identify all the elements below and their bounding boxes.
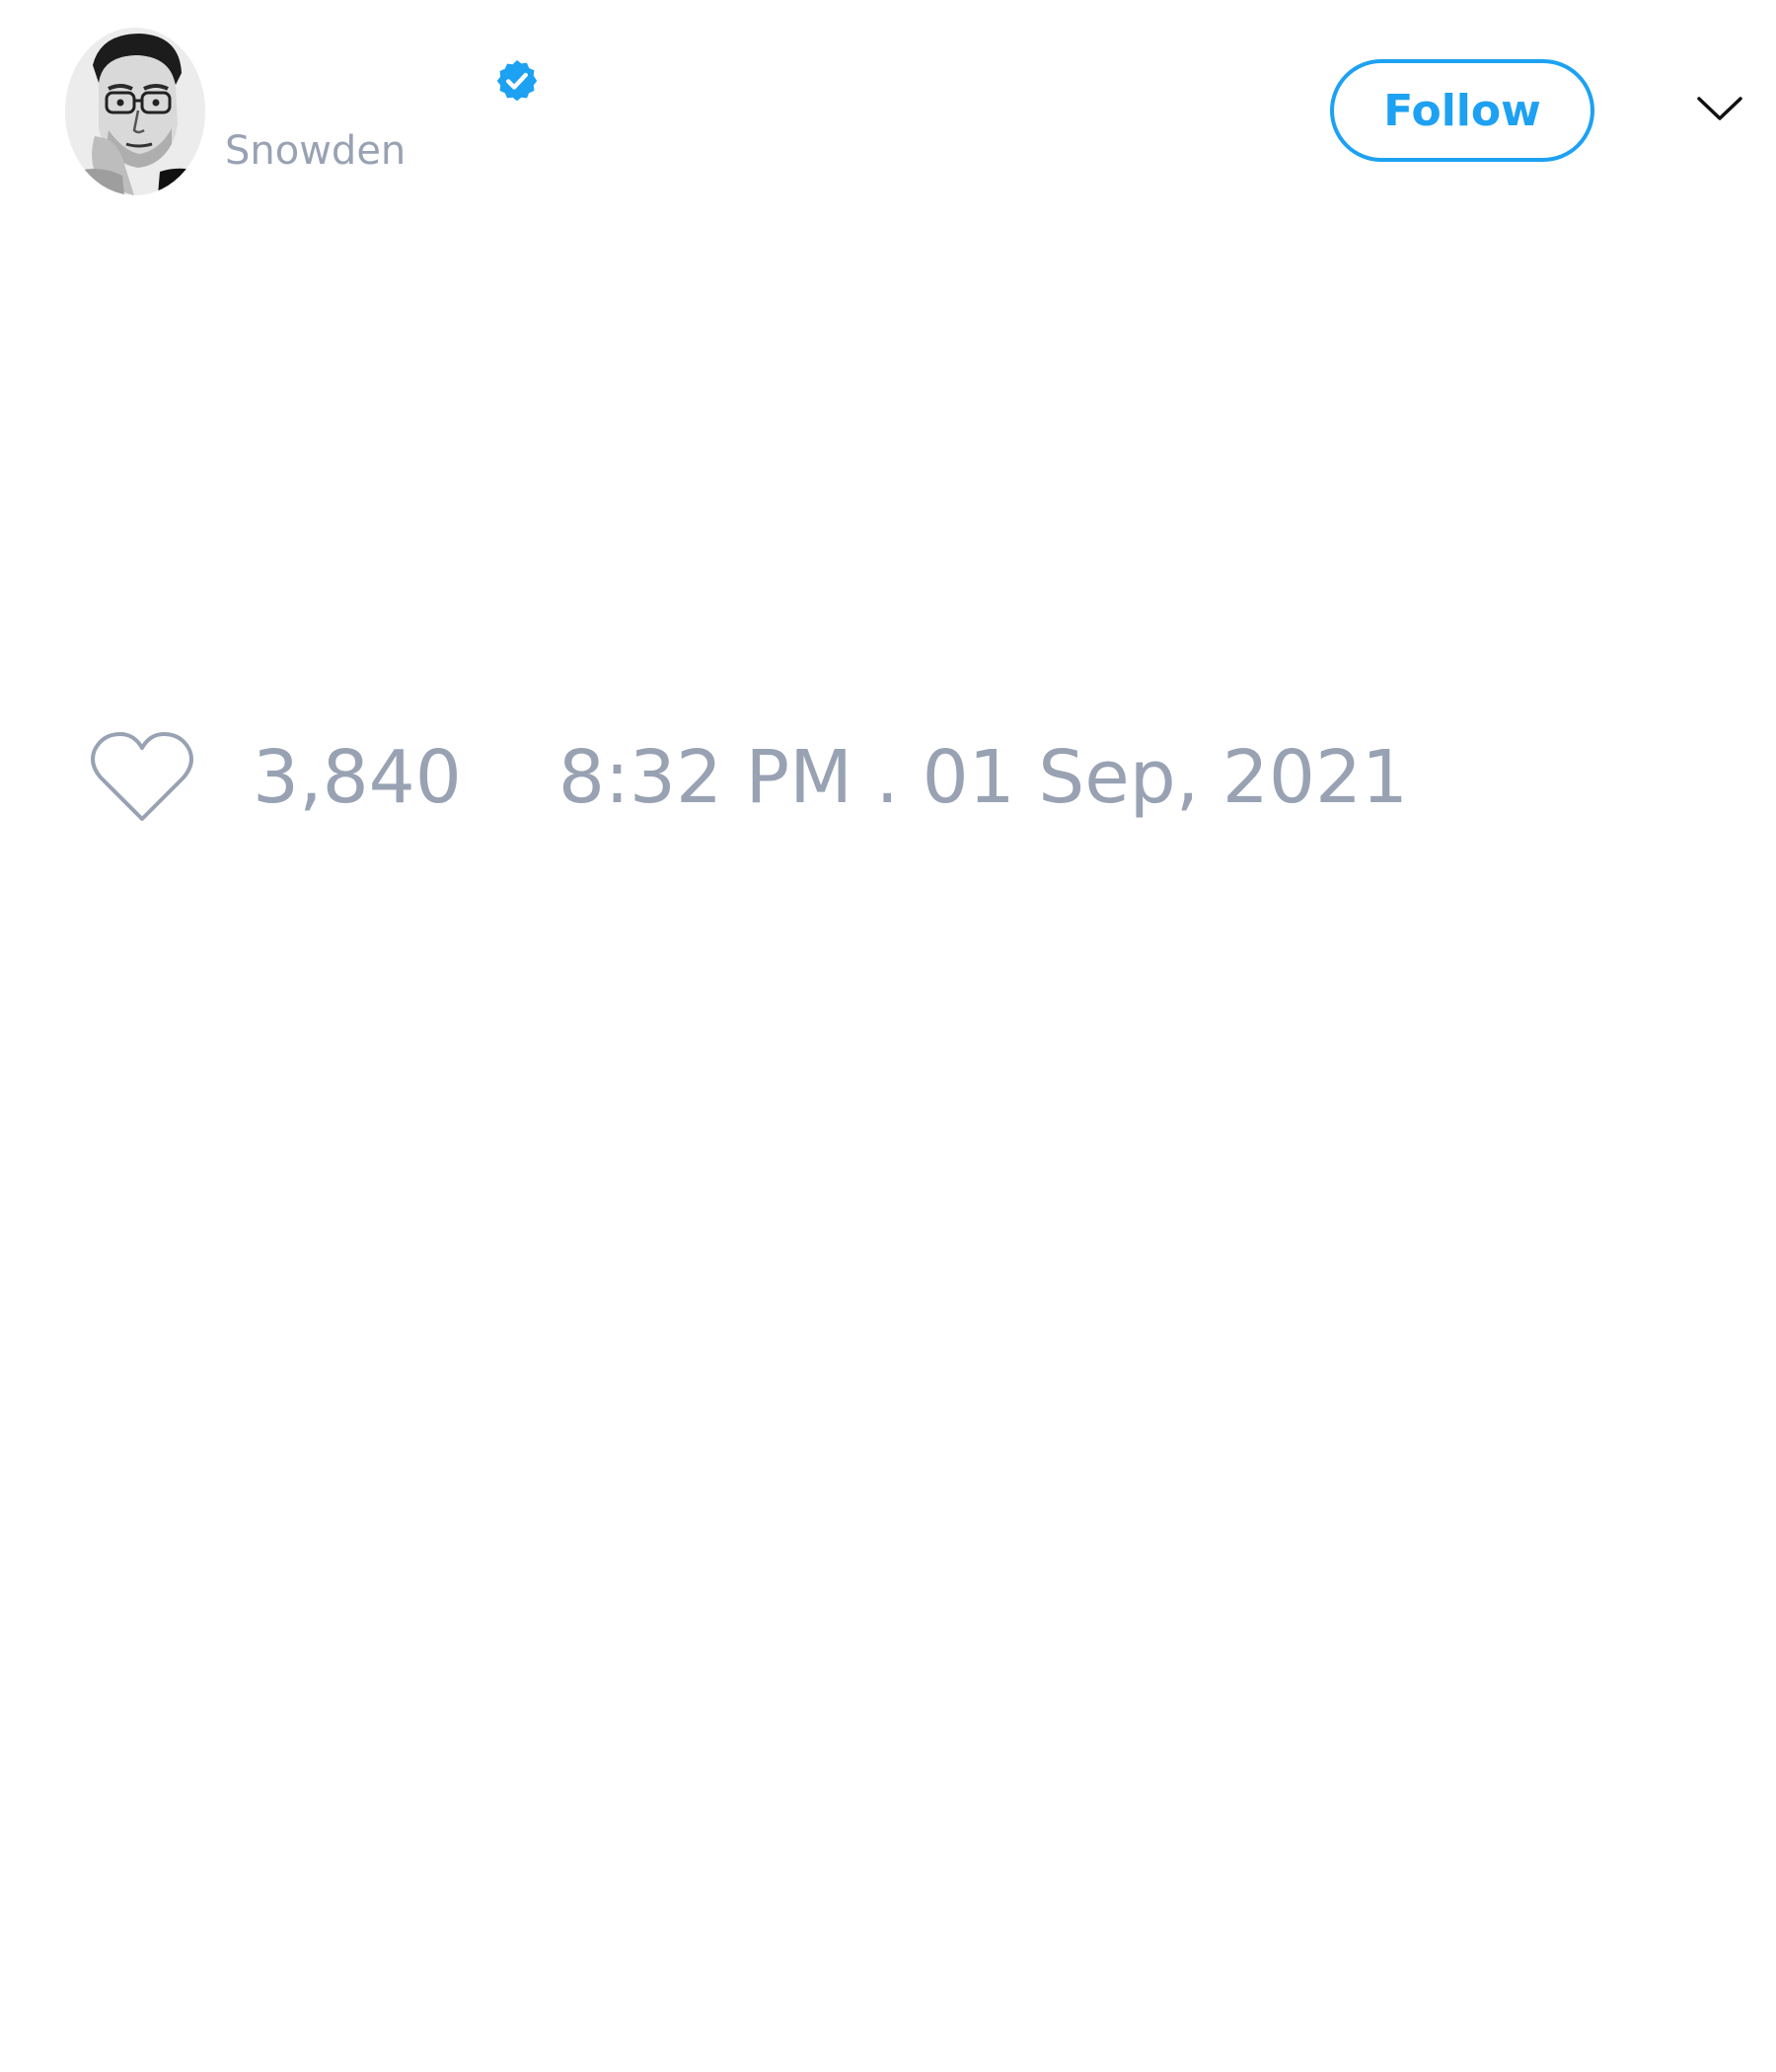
tweet-timestamp[interactable]: 8:32 PM . 01 Sep, 2021: [558, 728, 1408, 827]
tweet-meta: 3,840 8:32 PM . 01 Sep, 2021: [89, 728, 1408, 827]
follow-button[interactable]: Follow: [1330, 59, 1594, 162]
heart-outline-icon[interactable]: [89, 730, 195, 825]
username[interactable]: Snowden: [225, 126, 406, 176]
like-count: 3,840: [253, 735, 462, 820]
tweet-text: [65, 227, 1723, 681]
chevron-down-icon[interactable]: [1695, 91, 1744, 126]
tweet-card: Snowden Follow 3,840 8:32 PM . 01 Sep, 2…: [0, 0, 1776, 2072]
avatar[interactable]: [65, 28, 205, 195]
profile-photo: [65, 28, 205, 195]
verified-badge-icon: [496, 60, 538, 102]
